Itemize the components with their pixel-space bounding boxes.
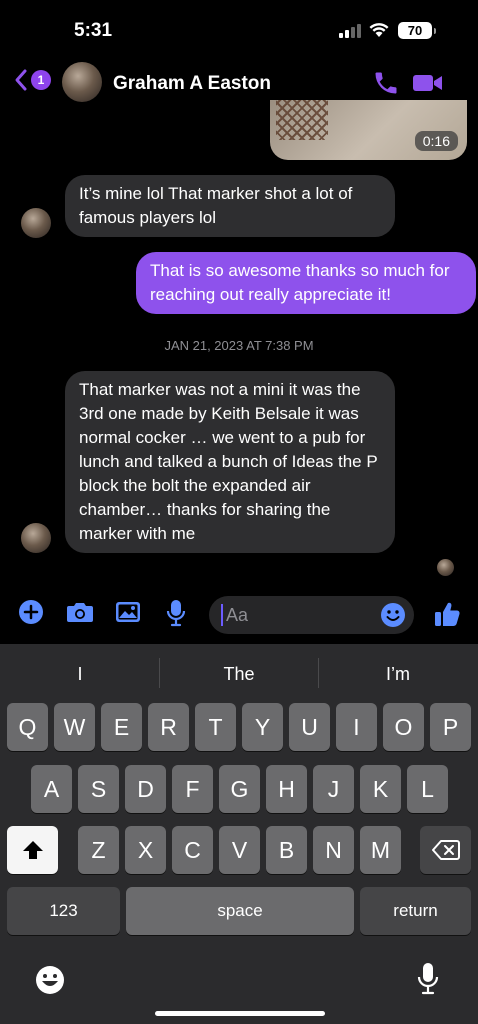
- battery-indicator: 70: [398, 22, 436, 39]
- status-bar: 5:31 70: [0, 0, 478, 60]
- message-incoming[interactable]: That marker was not a mini it was the 3r…: [65, 371, 395, 553]
- message-input[interactable]: Aa: [209, 596, 414, 634]
- key-h[interactable]: H: [266, 765, 307, 813]
- key-o[interactable]: O: [383, 703, 424, 751]
- wifi-icon: [369, 23, 389, 37]
- shared-video-thumbnail[interactable]: 0:16: [270, 100, 467, 160]
- phone-icon[interactable]: [372, 69, 400, 97]
- back-chevron-icon: [15, 69, 27, 91]
- message-input-placeholder: Aa: [226, 605, 249, 625]
- key-g[interactable]: G: [219, 765, 260, 813]
- cellular-signal-icon: [339, 24, 361, 38]
- back-button[interactable]: 1: [14, 68, 51, 92]
- key-p[interactable]: P: [430, 703, 471, 751]
- contact-name[interactable]: Graham A Easton: [113, 73, 271, 95]
- text-cursor: [221, 604, 223, 626]
- key-b[interactable]: B: [266, 826, 307, 874]
- space-key[interactable]: space: [126, 887, 354, 935]
- key-a[interactable]: A: [31, 765, 72, 813]
- key-c[interactable]: C: [172, 826, 213, 874]
- video-duration: 0:16: [414, 131, 458, 151]
- suggestion-2[interactable]: The: [159, 664, 319, 685]
- video-camera-icon[interactable]: [412, 69, 444, 97]
- key-y[interactable]: Y: [242, 703, 283, 751]
- contact-avatar[interactable]: [62, 62, 102, 102]
- key-s[interactable]: S: [78, 765, 119, 813]
- key-f[interactable]: F: [172, 765, 213, 813]
- dictation-icon[interactable]: [416, 962, 440, 996]
- key-z[interactable]: Z: [78, 826, 119, 874]
- thumbs-up-icon[interactable]: [433, 600, 461, 628]
- key-e[interactable]: E: [101, 703, 142, 751]
- keyboard-emoji-icon[interactable]: [34, 964, 66, 996]
- key-q[interactable]: Q: [7, 703, 48, 751]
- key-j[interactable]: J: [313, 765, 354, 813]
- read-receipt-avatar: [437, 559, 454, 576]
- delete-key[interactable]: [420, 826, 471, 874]
- delete-icon: [431, 840, 460, 860]
- key-m[interactable]: M: [360, 826, 401, 874]
- key-t[interactable]: T: [195, 703, 236, 751]
- key-i[interactable]: I: [336, 703, 377, 751]
- video-frame-content: [276, 100, 328, 140]
- shift-key[interactable]: [7, 826, 58, 874]
- key-u[interactable]: U: [289, 703, 330, 751]
- suggestion-3[interactable]: I’m: [318, 664, 478, 685]
- message-incoming[interactable]: It’s mine lol That marker shot a lot of …: [65, 175, 395, 237]
- emoji-icon[interactable]: [380, 602, 406, 628]
- return-key[interactable]: return: [360, 887, 471, 935]
- keyboard: I The I’m Q W E R T Y U I O P A S D F G …: [0, 644, 478, 1024]
- plus-icon[interactable]: [18, 599, 44, 625]
- gallery-icon[interactable]: [114, 599, 142, 625]
- shift-icon: [22, 841, 43, 859]
- unread-count-badge: 1: [31, 70, 51, 90]
- key-x[interactable]: X: [125, 826, 166, 874]
- microphone-icon[interactable]: [165, 599, 187, 627]
- message-outgoing[interactable]: That is so awesome thanks so much for re…: [136, 252, 476, 314]
- camera-icon[interactable]: [66, 599, 94, 625]
- key-v[interactable]: V: [219, 826, 260, 874]
- suggestion-1[interactable]: I: [0, 664, 160, 685]
- key-w[interactable]: W: [54, 703, 95, 751]
- sender-avatar[interactable]: [21, 523, 51, 553]
- numbers-key[interactable]: 123: [7, 887, 120, 935]
- key-l[interactable]: L: [407, 765, 448, 813]
- sender-avatar[interactable]: [21, 208, 51, 238]
- key-r[interactable]: R: [148, 703, 189, 751]
- message-timestamp: JAN 21, 2023 AT 7:38 PM: [164, 338, 314, 353]
- home-indicator[interactable]: [155, 1011, 325, 1016]
- key-d[interactable]: D: [125, 765, 166, 813]
- status-time: 5:31: [74, 20, 113, 41]
- key-k[interactable]: K: [360, 765, 401, 813]
- key-n[interactable]: N: [313, 826, 354, 874]
